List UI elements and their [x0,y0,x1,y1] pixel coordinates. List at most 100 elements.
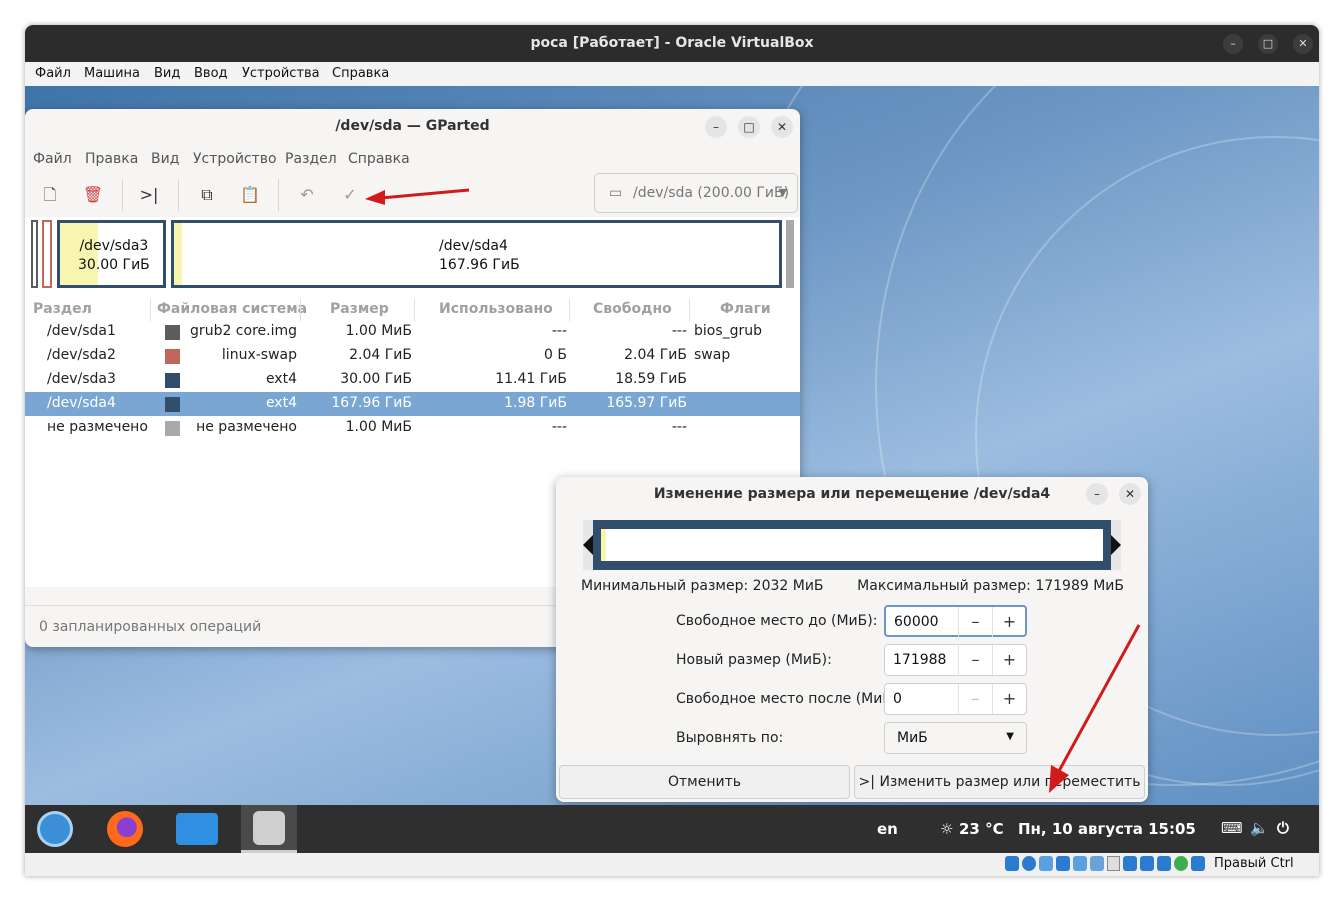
power-icon[interactable]: ⏻ [1277,819,1289,837]
resize-partition-bar[interactable] [593,520,1111,570]
menu-partition[interactable]: Раздел [285,151,337,167]
column-separator [414,299,415,321]
map-sda3[interactable]: /dev/sda3 30.00 ГиБ [57,220,166,288]
decrement-button[interactable]: – [958,684,992,714]
cell-flags: bios_grub [694,323,763,339]
left-handle-icon[interactable] [583,535,593,555]
col-free[interactable]: Свободно [593,301,672,317]
increment-button[interactable]: + [992,645,1026,675]
vbox-menu-file[interactable]: Файл [35,66,71,81]
firefox-icon[interactable] [107,811,143,847]
menu-edit[interactable]: Правка [85,151,138,167]
map-sda2[interactable] [42,220,52,288]
maximize-icon[interactable]: □ [738,116,760,138]
column-separator [300,299,301,321]
table-row[interactable]: /dev/sda2 linux-swap 2.04 ГиБ 0 Б 2.04 Г… [25,344,800,368]
map-sda4[interactable]: /dev/sda4 167.96 ГиБ [171,220,782,288]
align-select[interactable]: МиБ ▼ [884,722,1027,754]
guest-desktop: /dev/sda — GParted – □ ✕ Файл Правка Вид… [25,86,1319,805]
vbox-menu-machine[interactable]: Машина [84,66,140,81]
menu-view[interactable]: Вид [151,151,179,167]
minimize-icon[interactable]: – [1223,34,1243,54]
start-menu-icon[interactable] [37,811,73,847]
weather-icon: ☼ [940,820,954,838]
usb-icon[interactable] [1072,856,1087,871]
optical-drive-icon[interactable] [1021,856,1036,871]
annotation-arrow-line [1057,624,1141,772]
annotation-arrow [365,188,470,205]
recording-icon[interactable] [1123,856,1138,871]
resize-move-icon: >| [858,774,875,790]
map-unallocated[interactable] [786,220,794,288]
cancel-button[interactable]: Отменить [559,765,850,799]
min-size-label: Минимальный размер: 2032 МиБ [581,578,824,594]
undo-icon[interactable]: ↶ [291,179,323,211]
device-selector[interactable]: ▭ /dev/sda (200.00 ГиБ) ▼ [594,173,798,213]
menu-help[interactable]: Справка [348,151,410,167]
mouse-integration-icon[interactable] [1191,856,1206,871]
delete-icon[interactable]: 🗑 [77,179,109,211]
close-icon[interactable]: ✕ [1119,483,1141,505]
decrement-button[interactable]: – [958,607,992,637]
table-row[interactable]: не размечено не размечено 1.00 МиБ --- -… [25,416,800,440]
col-filesystem[interactable]: Файловая система [157,301,307,317]
map-sda1[interactable] [31,220,38,288]
table-row[interactable]: /dev/sda3 ext4 30.00 ГиБ 11.41 ГиБ 18.59… [25,368,800,392]
table-row-selected[interactable]: /dev/sda4 ext4 167.96 ГиБ 1.98 ГиБ 165.9… [25,392,800,416]
clock[interactable]: Пн, 10 августа 15:05 [1018,820,1196,838]
right-handle-icon[interactable] [1111,535,1121,555]
gparted-taskbar-item[interactable] [241,805,297,853]
new-partition-icon[interactable]: 🗋 [34,179,66,211]
free-after-value: 0 [893,691,902,707]
partition-map: /dev/sda3 30.00 ГиБ /dev/sda4 167.96 ГиБ [25,217,800,297]
network-adapter-icon[interactable] [1055,856,1070,871]
vbox-menu-devices[interactable]: Устройства [242,66,320,81]
increment-button[interactable]: + [992,684,1026,714]
free-before-label: Свободное место до (МиБ): [676,613,878,629]
menu-file[interactable]: Файл [33,151,72,167]
display-icon[interactable] [1106,856,1121,871]
col-used[interactable]: Использовано [439,301,553,317]
free-before-input[interactable]: 60000 – + [884,605,1027,637]
align-value: МиБ [897,730,928,746]
col-partition[interactable]: Раздел [33,301,92,317]
decrement-button[interactable]: – [958,645,992,675]
apply-icon[interactable]: ✓ [334,179,366,211]
paste-icon[interactable]: 📋 [234,179,266,211]
volume-icon[interactable]: 🔈 [1250,819,1269,837]
keyboard-layout[interactable]: en [877,820,898,838]
cpu-icon[interactable] [1140,856,1155,871]
resize-move-icon[interactable]: >| [133,179,165,211]
column-separator [150,299,151,321]
virtualbox-window: роса [Работает] - Oracle VirtualBox – □ … [25,25,1319,876]
weather-temp[interactable]: 23 °C [959,820,1004,838]
menu-device[interactable]: Устройство [193,151,277,167]
vbox-menu-help[interactable]: Справка [332,66,389,81]
copy-icon[interactable]: ⧉ [191,179,223,211]
new-size-input[interactable]: 171988 – + [884,644,1027,676]
vbox-menu-input[interactable]: Ввод [194,66,228,81]
table-row[interactable]: /dev/sda1 grub2 core.img 1.00 МиБ --- --… [25,320,800,344]
map-sda3-size: 30.00 ГиБ [78,257,150,273]
maximize-icon[interactable]: □ [1258,34,1278,54]
guest-additions-icon[interactable] [1174,856,1189,871]
close-icon[interactable]: ✕ [1293,34,1313,54]
audio-icon[interactable] [1038,856,1053,871]
files-icon[interactable] [176,813,218,845]
col-size[interactable]: Размер [330,301,389,317]
free-after-input[interactable]: 0 – + [884,683,1027,715]
column-separator [569,299,570,321]
increment-button[interactable]: + [992,607,1026,637]
minimize-icon[interactable]: – [1086,483,1108,505]
network-icon[interactable]: ⌨ [1221,819,1243,837]
chevron-down-icon: ▼ [778,186,787,199]
col-flags[interactable]: Флаги [720,301,771,317]
vt-x-icon[interactable] [1157,856,1172,871]
vbox-menu-view[interactable]: Вид [154,66,180,81]
hdd-icon[interactable] [1005,856,1019,871]
minimize-icon[interactable]: – [705,116,727,138]
cell-size: 167.96 ГиБ [331,395,412,411]
toolbar-separator [122,179,123,211]
close-icon[interactable]: ✕ [771,116,793,138]
shared-folders-icon[interactable] [1089,856,1104,871]
